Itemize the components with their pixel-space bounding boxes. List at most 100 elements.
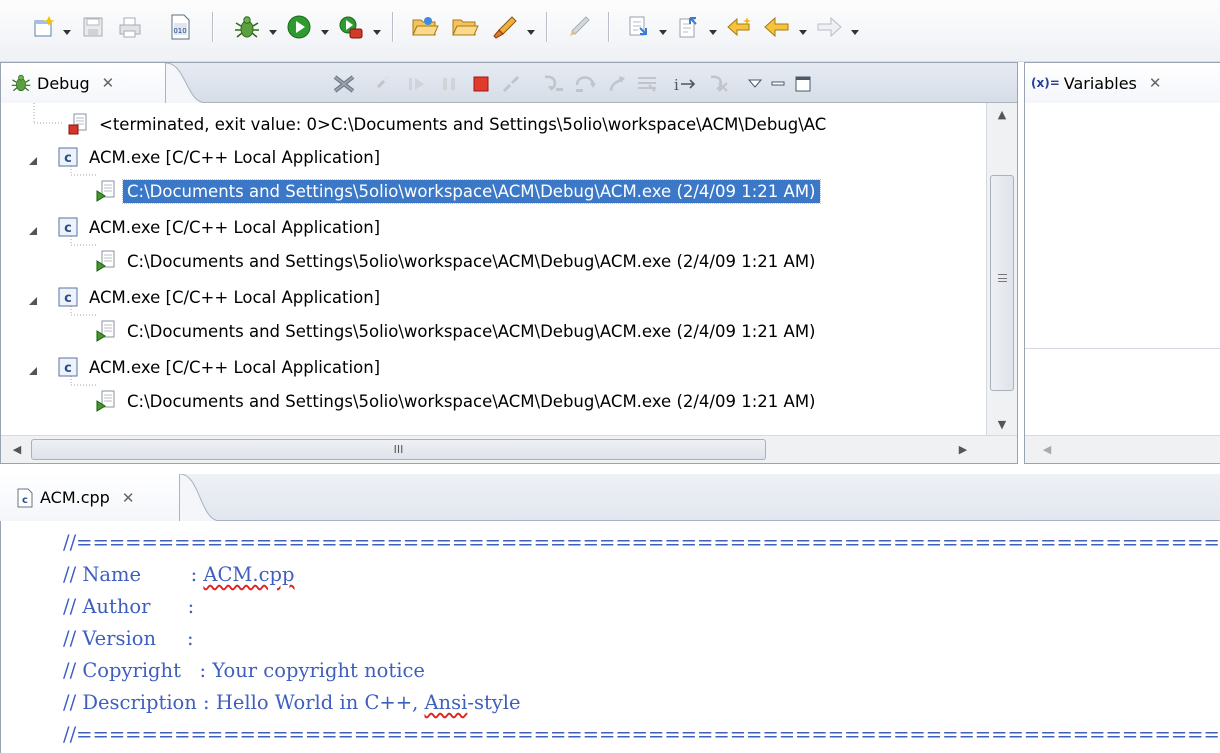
instruction-step-icon[interactable]: i bbox=[671, 71, 699, 97]
build-brush-icon[interactable] bbox=[488, 10, 522, 44]
tab-debug[interactable]: Debug ✕ bbox=[1, 63, 166, 103]
step-over-icon[interactable] bbox=[571, 71, 599, 97]
scroll-up-icon[interactable]: ▲ bbox=[987, 103, 1017, 125]
view-menu-icon[interactable] bbox=[745, 71, 765, 97]
close-icon[interactable]: ✕ bbox=[1149, 74, 1162, 92]
next-annotation-dropdown-icon[interactable] bbox=[658, 23, 668, 35]
tree-item-process[interactable]: C:\Documents and Settings\5olio\workspac… bbox=[95, 316, 820, 346]
open-project-icon[interactable] bbox=[408, 10, 442, 44]
tree-item-launch[interactable]: c ACM.exe [C/C++ Local Application] bbox=[57, 142, 384, 172]
toolbar-separator bbox=[392, 12, 393, 42]
vertical-scrollbar[interactable]: ▲ ▼ bbox=[986, 103, 1017, 435]
tree-item-label: C:\Documents and Settings\5olio\workspac… bbox=[127, 321, 816, 341]
terminate-icon[interactable] bbox=[467, 71, 495, 97]
tree-item-terminated[interactable]: <terminated, exit value: 0>C:\Documents … bbox=[67, 109, 830, 139]
build-dropdown-icon[interactable] bbox=[526, 23, 536, 35]
code-editor[interactable]: //======================================… bbox=[0, 521, 1220, 753]
tree-item-process[interactable]: C:\Documents and Settings\5olio\workspac… bbox=[95, 246, 820, 276]
scroll-right-icon[interactable]: ▶ bbox=[951, 436, 975, 463]
next-annotation-icon[interactable] bbox=[622, 10, 654, 44]
new-wizard-icon[interactable] bbox=[28, 10, 60, 44]
expanded-twisty-icon[interactable] bbox=[29, 362, 39, 375]
code-comment-text: // Name : bbox=[63, 563, 204, 586]
scrollbar-thumb[interactable] bbox=[990, 175, 1014, 391]
expanded-twisty-icon[interactable] bbox=[29, 152, 39, 165]
toolbar-separator bbox=[212, 12, 213, 42]
expanded-twisty-icon[interactable] bbox=[29, 222, 39, 235]
variables-view: (x)= Variables ✕ ◀ bbox=[1024, 62, 1220, 464]
debug-tree: <terminated, exit value: 0>C:\Documents … bbox=[1, 103, 986, 489]
last-edit-icon[interactable] bbox=[722, 10, 756, 44]
pen-disabled-icon[interactable] bbox=[562, 10, 596, 44]
tree-item-process[interactable]: C:\Documents and Settings\5olio\workspac… bbox=[95, 176, 821, 206]
drop-to-frame-icon[interactable] bbox=[633, 71, 661, 97]
tree-item-label: C:\Documents and Settings\5olio\workspac… bbox=[127, 391, 816, 411]
run-dropdown-icon[interactable] bbox=[320, 23, 330, 35]
tree-item-label: ACM.exe [C/C++ Local Application] bbox=[89, 147, 381, 167]
code-comment-text: -style bbox=[467, 691, 521, 714]
horizontal-scrollbar[interactable]: ◀ III ▶ bbox=[1, 435, 1017, 463]
tree-item-label: C:\Documents and Settings\5olio\workspac… bbox=[122, 178, 821, 204]
tree-item-launch[interactable]: c ACM.exe [C/C++ Local Application] bbox=[57, 352, 384, 382]
maximize-icon[interactable] bbox=[791, 71, 815, 97]
step-into-icon[interactable] bbox=[539, 71, 567, 97]
tab-acm-cpp[interactable]: c ACM.cpp ✕ bbox=[0, 474, 180, 521]
tab-acm-cpp-label: ACM.cpp bbox=[40, 488, 110, 507]
close-icon[interactable]: ✕ bbox=[102, 74, 115, 92]
close-icon[interactable]: ✕ bbox=[122, 489, 135, 507]
step-return-icon[interactable] bbox=[603, 71, 631, 97]
open-folder-icon[interactable] bbox=[448, 10, 482, 44]
code-line: // Description : Hello World in C++, Ans… bbox=[63, 687, 521, 719]
svg-text:010: 010 bbox=[173, 27, 186, 35]
previous-annotation-dropdown-icon[interactable] bbox=[708, 23, 718, 35]
forward-arrow-icon[interactable] bbox=[812, 10, 846, 44]
running-process-icon bbox=[95, 250, 117, 272]
disconnect-icon[interactable] bbox=[497, 71, 525, 97]
horizontal-scrollbar[interactable]: ◀ bbox=[1025, 435, 1220, 463]
tree-item-label: ACM.exe [C/C++ Local Application] bbox=[89, 357, 381, 377]
back-arrow-icon[interactable] bbox=[760, 10, 794, 44]
remove-terminated-icon[interactable] bbox=[329, 71, 359, 97]
forward-dropdown-icon[interactable] bbox=[850, 23, 860, 35]
spelling-error: ACM.cpp bbox=[203, 563, 295, 586]
new-dropdown-icon[interactable] bbox=[62, 23, 72, 35]
print-icon[interactable] bbox=[114, 10, 146, 44]
svg-text:c: c bbox=[64, 151, 72, 166]
running-process-icon bbox=[95, 180, 117, 202]
external-tools-icon[interactable] bbox=[334, 10, 368, 44]
svg-text:i: i bbox=[674, 76, 679, 94]
tab-variables[interactable]: (x)= Variables ✕ bbox=[1025, 63, 1220, 103]
c-application-icon: c bbox=[57, 146, 79, 168]
tab-curve bbox=[180, 474, 220, 521]
tree-item-launch[interactable]: c ACM.exe [C/C++ Local Application] bbox=[57, 282, 384, 312]
tree-item-label: C:\Documents and Settings\5olio\workspac… bbox=[127, 251, 816, 271]
scroll-left-icon[interactable]: ◀ bbox=[5, 436, 29, 463]
external-tools-dropdown-icon[interactable] bbox=[372, 23, 382, 35]
suspend-icon[interactable] bbox=[435, 71, 463, 97]
binary-file-icon[interactable]: 010 bbox=[164, 10, 196, 44]
code-line: // Name : ACM.cpp bbox=[63, 559, 294, 591]
connect-icon[interactable] bbox=[367, 71, 395, 97]
c-source-file-icon: c bbox=[16, 488, 34, 508]
svg-text:c: c bbox=[64, 221, 72, 236]
scroll-left-icon[interactable]: ◀ bbox=[1037, 436, 1057, 463]
back-dropdown-icon[interactable] bbox=[798, 23, 808, 35]
minimize-icon[interactable] bbox=[767, 71, 789, 97]
save-icon[interactable] bbox=[78, 10, 108, 44]
scroll-down-icon[interactable]: ▼ bbox=[987, 413, 1017, 435]
debug-bug-icon[interactable] bbox=[230, 10, 264, 44]
tree-item-launch[interactable]: c ACM.exe [C/C++ Local Application] bbox=[57, 212, 384, 242]
tab-curve bbox=[166, 63, 206, 103]
code-comment-text: // Description : Hello World in C++, bbox=[63, 691, 425, 714]
run-icon[interactable] bbox=[282, 10, 316, 44]
scrollbar-thumb[interactable]: III bbox=[31, 439, 766, 460]
resume-icon[interactable] bbox=[403, 71, 431, 97]
running-process-icon bbox=[95, 320, 117, 342]
previous-annotation-icon[interactable] bbox=[672, 10, 704, 44]
debug-dropdown-icon[interactable] bbox=[268, 23, 278, 35]
expanded-twisty-icon[interactable] bbox=[29, 292, 39, 305]
tree-item-process[interactable]: C:\Documents and Settings\5olio\workspac… bbox=[95, 386, 820, 416]
tree-item-label: ACM.exe [C/C++ Local Application] bbox=[89, 287, 381, 307]
c-application-icon: c bbox=[57, 216, 79, 238]
use-step-filters-icon[interactable] bbox=[705, 71, 733, 97]
